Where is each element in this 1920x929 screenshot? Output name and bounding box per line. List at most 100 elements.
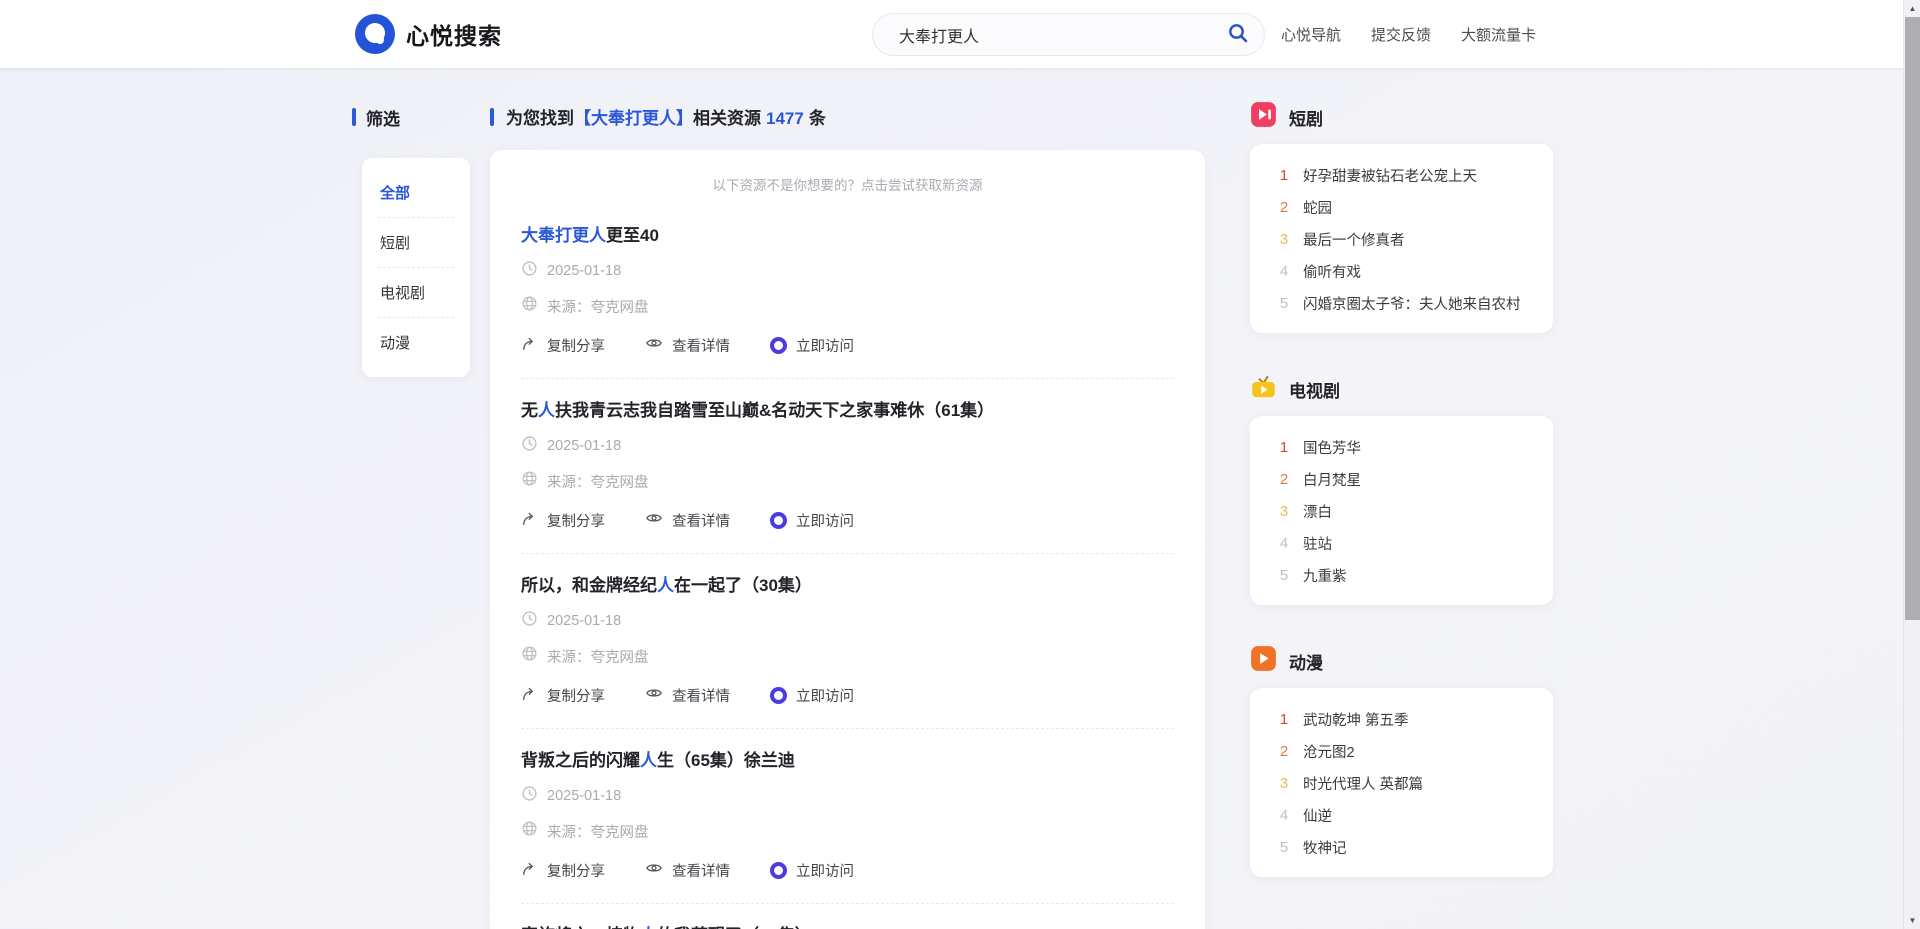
eye-icon — [645, 509, 663, 531]
visit-icon — [770, 862, 787, 879]
copy-share-button[interactable]: 复制分享 — [521, 685, 605, 706]
ranking-item[interactable]: 5 闪婚京圈太子爷：夫人她来自农村 — [1278, 287, 1531, 319]
visit-now-label: 立即访问 — [796, 860, 854, 881]
rank-number: 2 — [1278, 199, 1290, 216]
rank-number: 1 — [1278, 711, 1290, 728]
ranking-item[interactable]: 2 蛇园 — [1278, 191, 1531, 223]
search-button[interactable] — [1212, 14, 1264, 55]
result-actions: 复制分享 查看详情 立即访问 — [521, 509, 1174, 531]
rank-title-link: 牧神记 — [1303, 837, 1347, 858]
tv-icon — [1250, 373, 1277, 405]
copy-share-button[interactable]: 复制分享 — [521, 335, 605, 356]
ranking-item[interactable]: 4 偷听有戏 — [1278, 255, 1531, 287]
heading-keyword: 【大奉打更人】 — [574, 109, 693, 128]
filter-item[interactable]: 电视剧 — [378, 268, 454, 318]
filter-item[interactable]: 动漫 — [378, 318, 454, 367]
result-source: 来源：夸克网盘 — [547, 646, 649, 667]
accent-bar-icon — [490, 108, 494, 126]
result-item: 所以，和金牌经纪人在一起了（30集） 2025-01-18 来源：夸克网盘 — [521, 554, 1174, 729]
result-date-row: 2025-01-18 — [521, 435, 1174, 457]
rank-title-link: 蛇园 — [1303, 197, 1332, 218]
brand-logo[interactable]: 心悦搜索 — [355, 14, 502, 54]
result-source-row: 来源：夸克网盘 — [521, 645, 1174, 667]
globe-icon — [521, 645, 538, 667]
rank-number: 1 — [1278, 439, 1290, 456]
filter-sidebar: 筛选 全部短剧电视剧动漫 — [352, 104, 470, 377]
result-date-row: 2025-01-18 — [521, 785, 1174, 807]
eye-icon — [645, 334, 663, 356]
visit-now-label: 立即访问 — [796, 335, 854, 356]
copy-share-button[interactable]: 复制分享 — [521, 510, 605, 531]
visit-now-button[interactable]: 立即访问 — [770, 685, 854, 706]
result-title-link[interactable]: 大奉打更人更至40 — [521, 225, 1174, 247]
nav-link[interactable]: 大额流量卡 — [1461, 24, 1536, 45]
ranking-card: 1 好孕甜妻被钻石老公宠上天 2 蛇园 3 最后一个修真者 4 偷听有戏 5 闪… — [1250, 144, 1553, 333]
view-detail-button[interactable]: 查看详情 — [645, 859, 730, 881]
nav-link[interactable]: 心悦导航 — [1281, 24, 1341, 45]
filter-title: 筛选 — [366, 105, 400, 130]
scroll-down-arrow-icon[interactable]: ▼ — [1904, 912, 1920, 929]
ranking-item[interactable]: 3 最后一个修真者 — [1278, 223, 1531, 255]
results-area: 为您找到【大奉打更人】相关资源1477条 以下资源不是你想要的？点击尝试获取新资… — [490, 104, 1205, 929]
scrollbar: ▲ ▼ — [1903, 0, 1920, 929]
rank-number: 3 — [1278, 503, 1290, 520]
result-date: 2025-01-18 — [547, 613, 621, 629]
visit-now-label: 立即访问 — [796, 685, 854, 706]
rank-number: 3 — [1278, 231, 1290, 248]
view-detail-button[interactable]: 查看详情 — [645, 334, 730, 356]
search-input[interactable] — [873, 14, 1212, 55]
visit-icon — [770, 687, 787, 704]
scroll-up-arrow-icon[interactable]: ▲ — [1904, 0, 1920, 17]
result-source-row: 来源：夸克网盘 — [521, 295, 1174, 317]
rank-title-link: 时光代理人 英都篇 — [1303, 773, 1423, 794]
ranking-item[interactable]: 4 仙逆 — [1278, 799, 1531, 831]
ranking-item[interactable]: 5 九重紫 — [1278, 559, 1531, 591]
copy-share-button[interactable]: 复制分享 — [521, 860, 605, 881]
nav-link[interactable]: 提交反馈 — [1371, 24, 1431, 45]
brand-name: 心悦搜索 — [406, 17, 502, 51]
visit-icon — [770, 512, 787, 529]
result-title-link[interactable]: 无人扶我青云志我自踏雪至山巅&名动天下之家事难休（61集） — [521, 400, 1174, 422]
result-date-row: 2025-01-18 — [521, 260, 1174, 282]
rank-number: 5 — [1278, 567, 1290, 584]
eye-icon — [645, 684, 663, 706]
copy-share-label: 复制分享 — [547, 335, 605, 356]
copy-share-label: 复制分享 — [547, 685, 605, 706]
result-item: 家族将亡，植物人的我苏醒了（33集） 2025-01-18 来源：夸克网盘 — [521, 904, 1174, 929]
ranking-section: 动漫 1 武动乾坤 第五季 2 沧元图2 3 时光代理人 英都篇 4 仙逆 5 … — [1250, 647, 1553, 877]
view-detail-label: 查看详情 — [672, 685, 730, 706]
visit-now-button[interactable]: 立即访问 — [770, 335, 854, 356]
view-detail-button[interactable]: 查看详情 — [645, 509, 730, 531]
view-detail-label: 查看详情 — [672, 335, 730, 356]
ranking-item[interactable]: 1 好孕甜妻被钻石老公宠上天 — [1278, 159, 1531, 191]
result-title-link[interactable]: 背叛之后的闪耀人生（65集）徐兰迪 — [521, 750, 1174, 772]
anime-icon — [1250, 645, 1277, 677]
ranking-item[interactable]: 4 驻站 — [1278, 527, 1531, 559]
result-source: 来源：夸克网盘 — [547, 471, 649, 492]
visit-now-button[interactable]: 立即访问 — [770, 510, 854, 531]
visit-now-button[interactable]: 立即访问 — [770, 860, 854, 881]
rank-title-link: 漂白 — [1303, 501, 1332, 522]
filter-item[interactable]: 全部 — [378, 168, 454, 218]
result-title-link[interactable]: 家族将亡，植物人的我苏醒了（33集） — [521, 925, 1174, 929]
result-source-row: 来源：夸克网盘 — [521, 820, 1174, 842]
ranking-item[interactable]: 1 国色芳华 — [1278, 431, 1531, 463]
heading-middle: 相关资源 — [693, 109, 761, 128]
ranking-item[interactable]: 3 漂白 — [1278, 495, 1531, 527]
ranking-item[interactable]: 3 时光代理人 英都篇 — [1278, 767, 1531, 799]
ranking-section: 短剧 1 好孕甜妻被钻石老公宠上天 2 蛇园 3 最后一个修真者 4 偷听有戏 … — [1250, 103, 1553, 333]
view-detail-button[interactable]: 查看详情 — [645, 684, 730, 706]
ranking-item[interactable]: 2 沧元图2 — [1278, 735, 1531, 767]
globe-icon — [521, 470, 538, 492]
refresh-resources-link[interactable]: 以下资源不是你想要的？点击尝试获取新资源 — [521, 170, 1174, 204]
ranking-card: 1 武动乾坤 第五季 2 沧元图2 3 时光代理人 英都篇 4 仙逆 5 牧神记 — [1250, 688, 1553, 877]
scrollbar-thumb[interactable] — [1905, 17, 1920, 620]
ranking-item[interactable]: 5 牧神记 — [1278, 831, 1531, 863]
header: 心悦搜索 心悦导航 提交反馈 大额流量卡 — [0, 0, 1903, 68]
result-title-link[interactable]: 所以，和金牌经纪人在一起了（30集） — [521, 575, 1174, 597]
search-bar — [872, 13, 1265, 56]
filter-item[interactable]: 短剧 — [378, 218, 454, 268]
ranking-item[interactable]: 1 武动乾坤 第五季 — [1278, 703, 1531, 735]
ranking-section: 电视剧 1 国色芳华 2 白月梵星 3 漂白 4 驻站 5 九重紫 — [1250, 375, 1553, 605]
ranking-item[interactable]: 2 白月梵星 — [1278, 463, 1531, 495]
